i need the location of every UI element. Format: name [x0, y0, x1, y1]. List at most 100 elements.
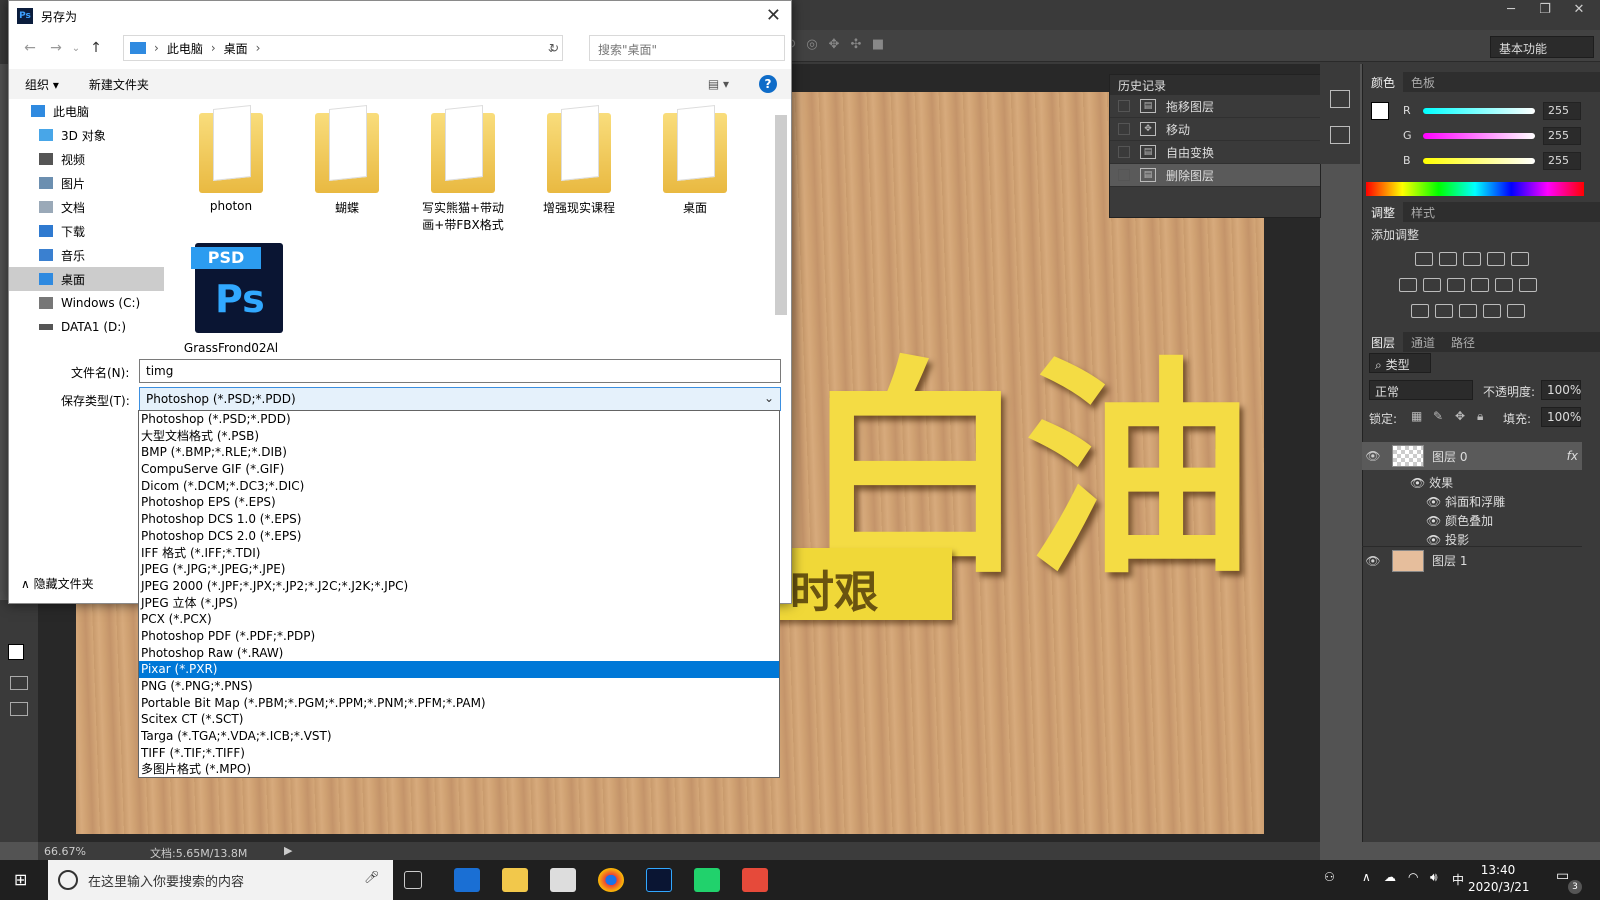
edge-icon[interactable]: [454, 868, 480, 892]
3d-roll-icon[interactable]: ◎: [804, 37, 820, 53]
levels-icon[interactable]: [1439, 252, 1457, 266]
properties-dock-icon[interactable]: [1330, 126, 1350, 144]
selective-color-icon[interactable]: [1483, 304, 1501, 318]
view-options-icon[interactable]: ▤ ▾: [708, 77, 729, 91]
invert-icon[interactable]: [1411, 304, 1429, 318]
file-list-scrollbar[interactable]: [775, 103, 787, 351]
filetype-option[interactable]: Photoshop Raw (*.RAW): [139, 645, 779, 662]
path-box[interactable]: › 此电脑 › 桌面 › ⌄: [123, 35, 563, 61]
channel-mixer-icon[interactable]: [1495, 278, 1513, 292]
photo-filter-icon[interactable]: [1471, 278, 1489, 292]
file-label[interactable]: GrassFrond02Al: [173, 341, 289, 355]
layer-name[interactable]: 图层 0: [1432, 448, 1467, 465]
tab-swatches[interactable]: 色板: [1403, 72, 1443, 92]
history-item[interactable]: ▤ 拖移图层: [1110, 95, 1320, 118]
curves-icon[interactable]: [1463, 252, 1481, 266]
nav-item[interactable]: 3D 对象: [9, 123, 164, 147]
up-arrow-icon[interactable]: ↑: [83, 40, 109, 56]
filetype-option[interactable]: CompuServe GIF (*.GIF): [139, 461, 779, 478]
layer-name[interactable]: 图层 1: [1432, 552, 1467, 569]
folder-item[interactable]: 增强现实课程: [521, 99, 637, 216]
quick-mask-icon[interactable]: [10, 676, 28, 690]
effect-item[interactable]: 👁︎ 颜色叠加: [1426, 512, 1493, 529]
microphone-icon[interactable]: 🎤︎: [364, 870, 379, 884]
tab-adjustments[interactable]: 调整: [1363, 202, 1404, 222]
nav-item[interactable]: 音乐: [9, 243, 164, 267]
tab-channels[interactable]: 通道: [1403, 332, 1443, 352]
tab-color[interactable]: 颜色: [1363, 72, 1404, 92]
b-slider[interactable]: [1423, 158, 1535, 164]
filetype-option[interactable]: Photoshop EPS (*.EPS): [139, 494, 779, 511]
eye-icon[interactable]: 👁︎: [1426, 495, 1441, 509]
exposure-icon[interactable]: [1487, 252, 1505, 266]
hide-folders-button[interactable]: ∧ 隐藏文件夹: [21, 575, 94, 592]
photoshop-taskbar-icon[interactable]: [646, 868, 672, 892]
folder-item[interactable]: 写实熊猫+带动画+带FBX格式: [405, 99, 521, 233]
history-item[interactable]: ▤ 删除图层: [1110, 164, 1320, 187]
workspace-select[interactable]: 基本功能: [1490, 36, 1594, 58]
filetype-option[interactable]: IFF 格式 (*.IFF;*.TDI): [139, 545, 779, 562]
folder-item[interactable]: 桌面: [637, 99, 753, 216]
breadcrumb-item[interactable]: 此电脑: [167, 40, 203, 57]
filetype-option[interactable]: 多图片格式 (*.MPO): [139, 761, 779, 778]
filetype-option[interactable]: Photoshop PDF (*.PDF;*.PDP): [139, 628, 779, 645]
r-slider[interactable]: [1423, 108, 1535, 114]
tab-paths[interactable]: 路径: [1443, 332, 1483, 352]
lock-brush-icon[interactable]: ✎: [1433, 409, 1443, 423]
filetype-option[interactable]: JPEG 2000 (*.JPF;*.JPX;*.JP2;*.J2C;*.J2K…: [139, 578, 779, 595]
filetype-option[interactable]: BMP (*.BMP;*.RLE;*.DIB): [139, 444, 779, 461]
eye-icon[interactable]: 👁︎: [1426, 514, 1441, 528]
wifi-icon[interactable]: ◠: [1408, 870, 1418, 884]
organize-button[interactable]: 组织 ▾: [25, 76, 59, 93]
color-lookup-icon[interactable]: [1519, 278, 1537, 292]
file-explorer-icon[interactable]: [502, 868, 528, 892]
hue-saturation-icon[interactable]: [1399, 278, 1417, 292]
filetype-option[interactable]: Pixar (*.PXR): [139, 661, 779, 678]
forward-arrow-icon[interactable]: →: [43, 40, 69, 56]
blend-mode-select[interactable]: 正常: [1369, 380, 1473, 400]
gradient-map-icon[interactable]: [1507, 304, 1525, 318]
zoom-level[interactable]: 66.67%: [44, 845, 86, 858]
filetype-option[interactable]: JPEG (*.JPG;*.JPEG;*.JPE): [139, 561, 779, 578]
filetype-option[interactable]: Portable Bit Map (*.PBM;*.PGM;*.PPM;*.PN…: [139, 695, 779, 712]
filetype-option[interactable]: Photoshop DCS 1.0 (*.EPS): [139, 511, 779, 528]
volume-icon[interactable]: 🔊︎: [1430, 870, 1438, 885]
history-item[interactable]: ▤ 自由变换: [1110, 141, 1320, 164]
folder-item[interactable]: photon: [173, 99, 289, 213]
nav-item[interactable]: Windows (C:): [9, 291, 164, 315]
recent-chevron-icon[interactable]: ⌄: [69, 43, 83, 54]
onedrive-icon[interactable]: ☁: [1384, 870, 1396, 884]
nav-item[interactable]: 下载: [9, 219, 164, 243]
effect-item[interactable]: 👁︎ 斜面和浮雕: [1426, 493, 1505, 510]
filetype-option[interactable]: Scitex CT (*.SCT): [139, 711, 779, 728]
brightness-icon[interactable]: [1415, 252, 1433, 266]
layer-row[interactable]: 👁︎ 图层 0 fx: [1362, 442, 1582, 470]
restore-icon[interactable]: ❐: [1530, 2, 1560, 20]
3d-pan-icon[interactable]: ✥: [826, 37, 842, 53]
eye-icon[interactable]: 👁︎: [1426, 533, 1441, 547]
3d-scale-icon[interactable]: ■: [870, 37, 886, 53]
color-spectrum[interactable]: [1366, 182, 1584, 196]
opacity-input[interactable]: 100%: [1541, 380, 1581, 400]
nav-item[interactable]: 图片: [9, 171, 164, 195]
nav-item[interactable]: DATA1 (D:): [9, 315, 164, 339]
chrome-icon[interactable]: [598, 868, 624, 892]
taskbar-clock[interactable]: 13:40 2020/3/21: [1468, 862, 1530, 896]
recorder-icon[interactable]: [742, 868, 768, 892]
camtasia-icon[interactable]: [694, 868, 720, 892]
new-folder-button[interactable]: 新建文件夹: [89, 76, 149, 93]
filetype-option[interactable]: 大型文档格式 (*.PSB): [139, 428, 779, 445]
nav-item[interactable]: 文档: [9, 195, 164, 219]
notification-icon[interactable]: ▭: [1556, 868, 1569, 884]
back-arrow-icon[interactable]: ←: [17, 40, 43, 56]
filetype-option[interactable]: PNG (*.PNG;*.PNS): [139, 678, 779, 695]
taskbar-search-input[interactable]: 在这里输入你要搜索的内容: [48, 860, 393, 900]
tab-layers[interactable]: 图层: [1363, 332, 1404, 352]
minimize-icon[interactable]: ─: [1496, 2, 1526, 20]
filename-input[interactable]: timg: [139, 359, 781, 383]
help-icon[interactable]: ?: [759, 75, 777, 93]
lock-pixels-icon[interactable]: ▦: [1411, 409, 1422, 423]
threshold-icon[interactable]: [1459, 304, 1477, 318]
history-item[interactable]: ✥ 移动: [1110, 118, 1320, 141]
filetype-option[interactable]: TIFF (*.TIF;*.TIFF): [139, 745, 779, 762]
